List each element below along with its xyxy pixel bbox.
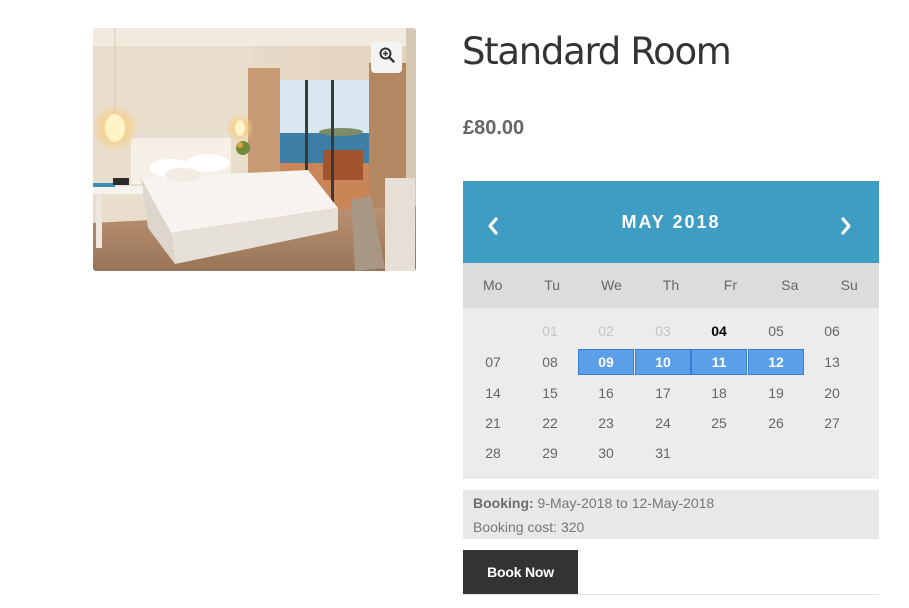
calendar-day-05[interactable]: 05 [748, 318, 804, 344]
booking-range: 9-May-2018 to 12-May-2018 [533, 495, 715, 511]
weekday-label: Su [840, 277, 858, 293]
next-month-button[interactable] [834, 214, 858, 242]
weekday-label: Tu [544, 277, 561, 293]
calendar-day-30[interactable]: 30 [578, 440, 634, 466]
calendar-day-11[interactable]: 11 [691, 349, 747, 375]
divider [463, 594, 879, 595]
product-title: Standard Room [462, 30, 732, 73]
calendar-day-01: 01 [542, 323, 558, 339]
calendar-day-26[interactable]: 26 [748, 410, 804, 436]
calendar-day-28[interactable]: 28 [465, 440, 521, 466]
weekday-label: Sa [781, 277, 799, 293]
calendar-day-29[interactable]: 29 [522, 440, 578, 466]
calendar-day-18[interactable]: 18 [691, 380, 747, 406]
weekday-label: Mo [482, 277, 503, 293]
calendar-day-16[interactable]: 16 [578, 380, 634, 406]
weekday-header-row: Mo Tu We Th Fr Sa Su [463, 263, 879, 308]
calendar-month-label: MAY 2018 [621, 212, 721, 232]
book-now-button[interactable]: Book Now [463, 550, 578, 594]
calendar-day-09[interactable]: 09 [578, 349, 634, 375]
product-image[interactable] [93, 28, 416, 271]
zoom-in-icon [379, 47, 395, 68]
hotel-room-photo [93, 28, 416, 271]
booking-summary: Booking: 9-May-2018 to 12-May-2018 Booki… [463, 490, 879, 539]
calendar-day-17[interactable]: 17 [635, 380, 691, 406]
calendar-day-13[interactable]: 13 [804, 349, 860, 375]
calendar-day-22[interactable]: 22 [522, 410, 578, 436]
weekday-label: Th [662, 277, 680, 293]
zoom-button[interactable] [371, 42, 402, 73]
calendar-day-23[interactable]: 23 [578, 410, 634, 436]
chevron-right-icon [840, 216, 852, 241]
calendar-day-04[interactable]: 04 [691, 318, 747, 344]
weekday-label: We [601, 277, 622, 293]
calendar-day-31[interactable]: 31 [635, 440, 691, 466]
booking-calendar: MAY 2018 Mo Tu We Th Fr Sa Su 01 02 03 04 05… [463, 181, 879, 479]
booking-dates: Booking: 9-May-2018 to 12-May-2018 [473, 495, 714, 511]
product-price: £80.00 [463, 117, 525, 139]
calendar-day-14[interactable]: 14 [465, 380, 521, 406]
calendar-day-25[interactable]: 25 [691, 410, 747, 436]
calendar-day-20[interactable]: 20 [804, 380, 860, 406]
calendar-day-08[interactable]: 08 [522, 349, 578, 375]
calendar-day-15[interactable]: 15 [522, 380, 578, 406]
calendar-header: MAY 2018 [463, 181, 879, 263]
calendar-day-06[interactable]: 06 [804, 318, 860, 344]
calendar-day-12[interactable]: 12 [748, 349, 804, 375]
booking-label: Booking: [473, 495, 534, 511]
calendar-day-02: 02 [598, 323, 614, 339]
calendar-day-07[interactable]: 07 [465, 349, 521, 375]
weekday-label: Fr [723, 277, 737, 293]
calendar-day-24[interactable]: 24 [635, 410, 691, 436]
calendar-day-27[interactable]: 27 [804, 410, 860, 436]
booking-cost: Booking cost: 320 [473, 519, 585, 535]
calendar-day-03: 03 [655, 323, 671, 339]
calendar-day-19[interactable]: 19 [748, 380, 804, 406]
calendar-day-10[interactable]: 10 [635, 349, 691, 375]
calendar-day-21[interactable]: 21 [465, 410, 521, 436]
